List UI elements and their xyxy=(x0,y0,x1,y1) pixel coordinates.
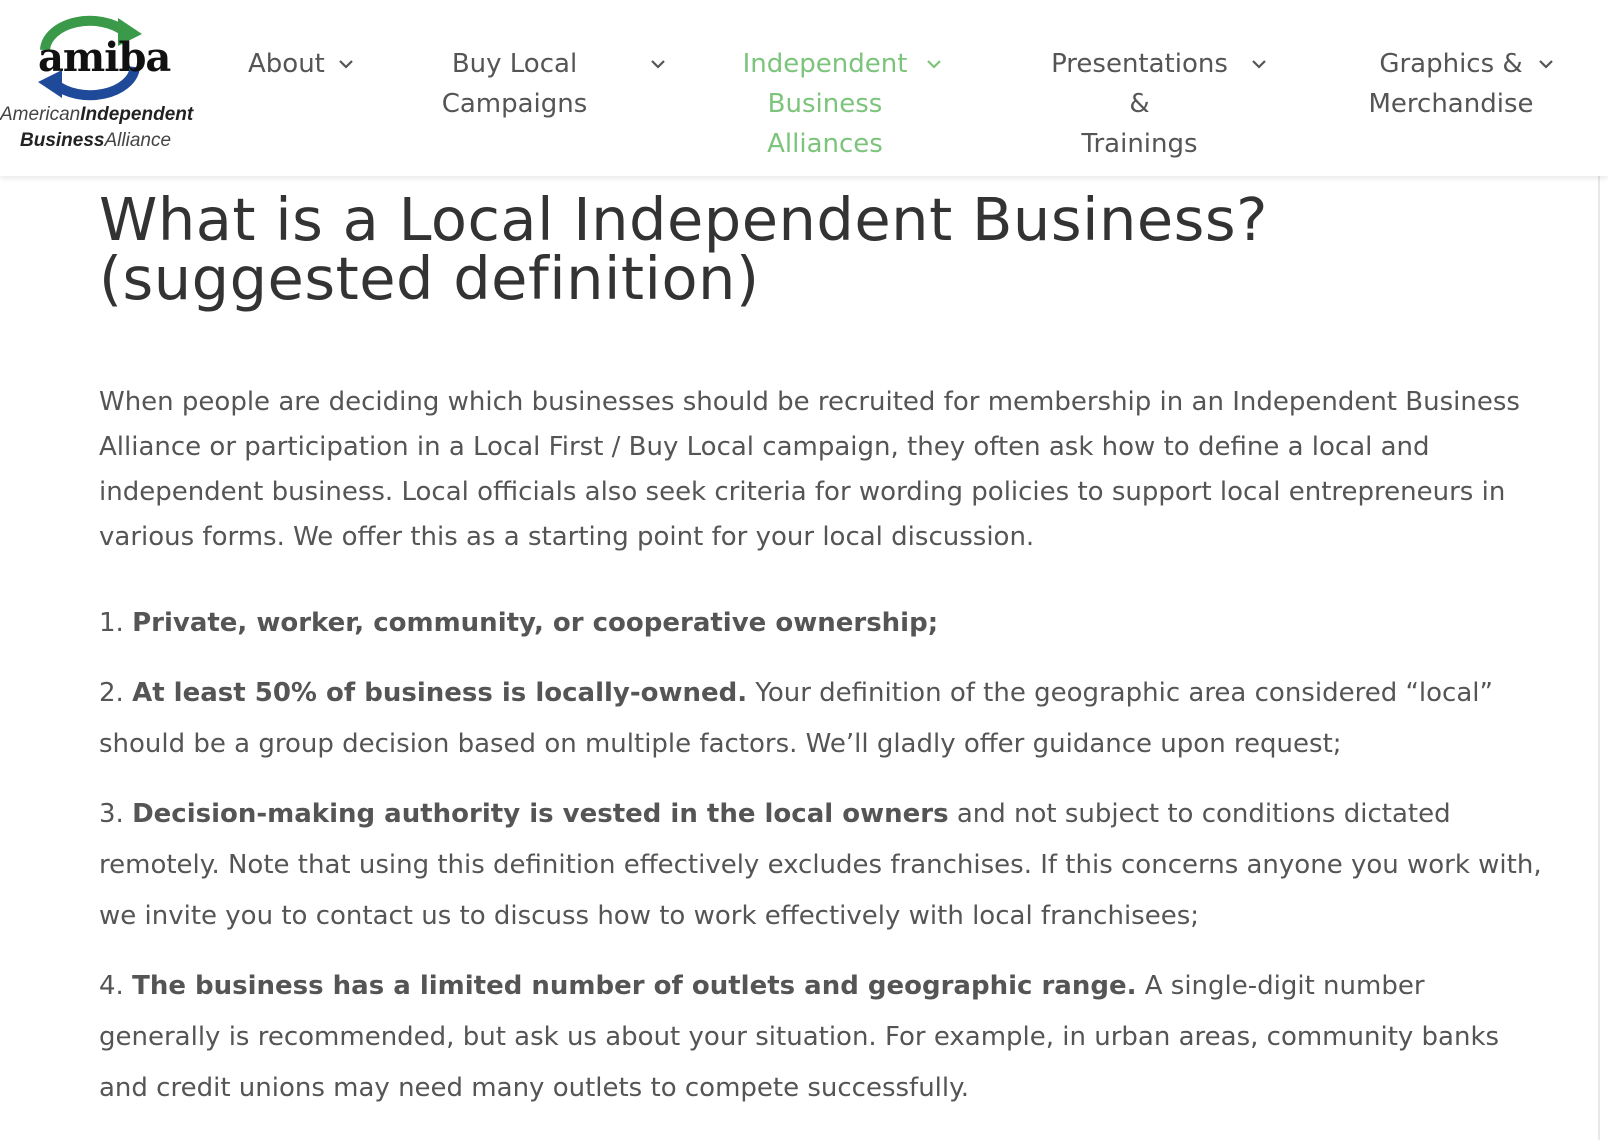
nav-label-line2: Business Alliances xyxy=(767,89,883,159)
nav-label-line2: Trainings xyxy=(1081,129,1198,159)
nav-label-line1: Independent xyxy=(742,49,908,79)
chevron-down-icon xyxy=(338,58,354,70)
nav-item-about[interactable]: About xyxy=(248,44,353,134)
nav-label-line2: Campaigns xyxy=(441,89,588,119)
criterion-3: 3. Decision-making authority is vested i… xyxy=(99,789,1549,942)
amiba-logo[interactable]: amiba AmericanIndependent BusinessAllian… xyxy=(0,12,195,157)
criterion-heading: The business has a limited number of out… xyxy=(132,971,1137,1001)
chevron-down-icon xyxy=(1251,58,1267,70)
nav-label-line1: Presentations & xyxy=(1051,49,1228,119)
page-title: What is a Local Independent Business? (s… xyxy=(99,185,1268,313)
nav-item-buy-local-campaigns[interactable]: Buy Local Campaigns xyxy=(432,44,665,134)
chevron-down-icon xyxy=(650,58,666,70)
criterion-heading: At least 50% of business is locally-owne… xyxy=(132,678,748,708)
chevron-down-icon xyxy=(1538,58,1554,70)
criterion-4: 4. The business has a limited number of … xyxy=(99,961,1549,1114)
nav-label: About xyxy=(248,49,325,79)
criterion-number: 2. xyxy=(99,678,124,708)
intro-paragraph: When people are deciding which businesse… xyxy=(99,387,1520,552)
criterion-2: 2. At least 50% of business is locally-o… xyxy=(99,668,1549,770)
article-content: What is a Local Independent Business? (s… xyxy=(99,190,1549,1114)
criterion-number: 1. xyxy=(99,608,124,638)
criterion-1: 1. Private, worker, community, or cooper… xyxy=(99,598,1549,649)
nav-label-line1: Graphics & xyxy=(1379,49,1523,79)
criterion-heading: Private, worker, community, or cooperati… xyxy=(132,608,939,638)
criterion-heading: Decision-making authority is vested in t… xyxy=(132,799,949,829)
page-edge-divider xyxy=(1598,176,1600,1140)
chevron-down-icon xyxy=(926,58,942,70)
logo-tagline-2: BusinessAlliance xyxy=(20,130,172,151)
criterion-number: 3. xyxy=(99,799,124,829)
nav-item-graphics-merchandise[interactable]: Graphics & Merchandise xyxy=(1366,44,1553,134)
nav-label-line2: Merchandise xyxy=(1368,89,1534,119)
nav-item-presentations-trainings[interactable]: Presentations & Trainings xyxy=(1037,44,1266,159)
nav-label-line1: Buy Local xyxy=(451,49,578,79)
nav-item-independent-business-alliances[interactable]: Independent Business Alliances xyxy=(710,44,942,159)
logo-tagline-1: AmericanIndependent xyxy=(0,104,194,125)
logo-wordmark: amiba xyxy=(38,34,171,81)
site-header: amiba AmericanIndependent BusinessAllian… xyxy=(0,0,1608,176)
criterion-number: 4. xyxy=(99,971,124,1001)
